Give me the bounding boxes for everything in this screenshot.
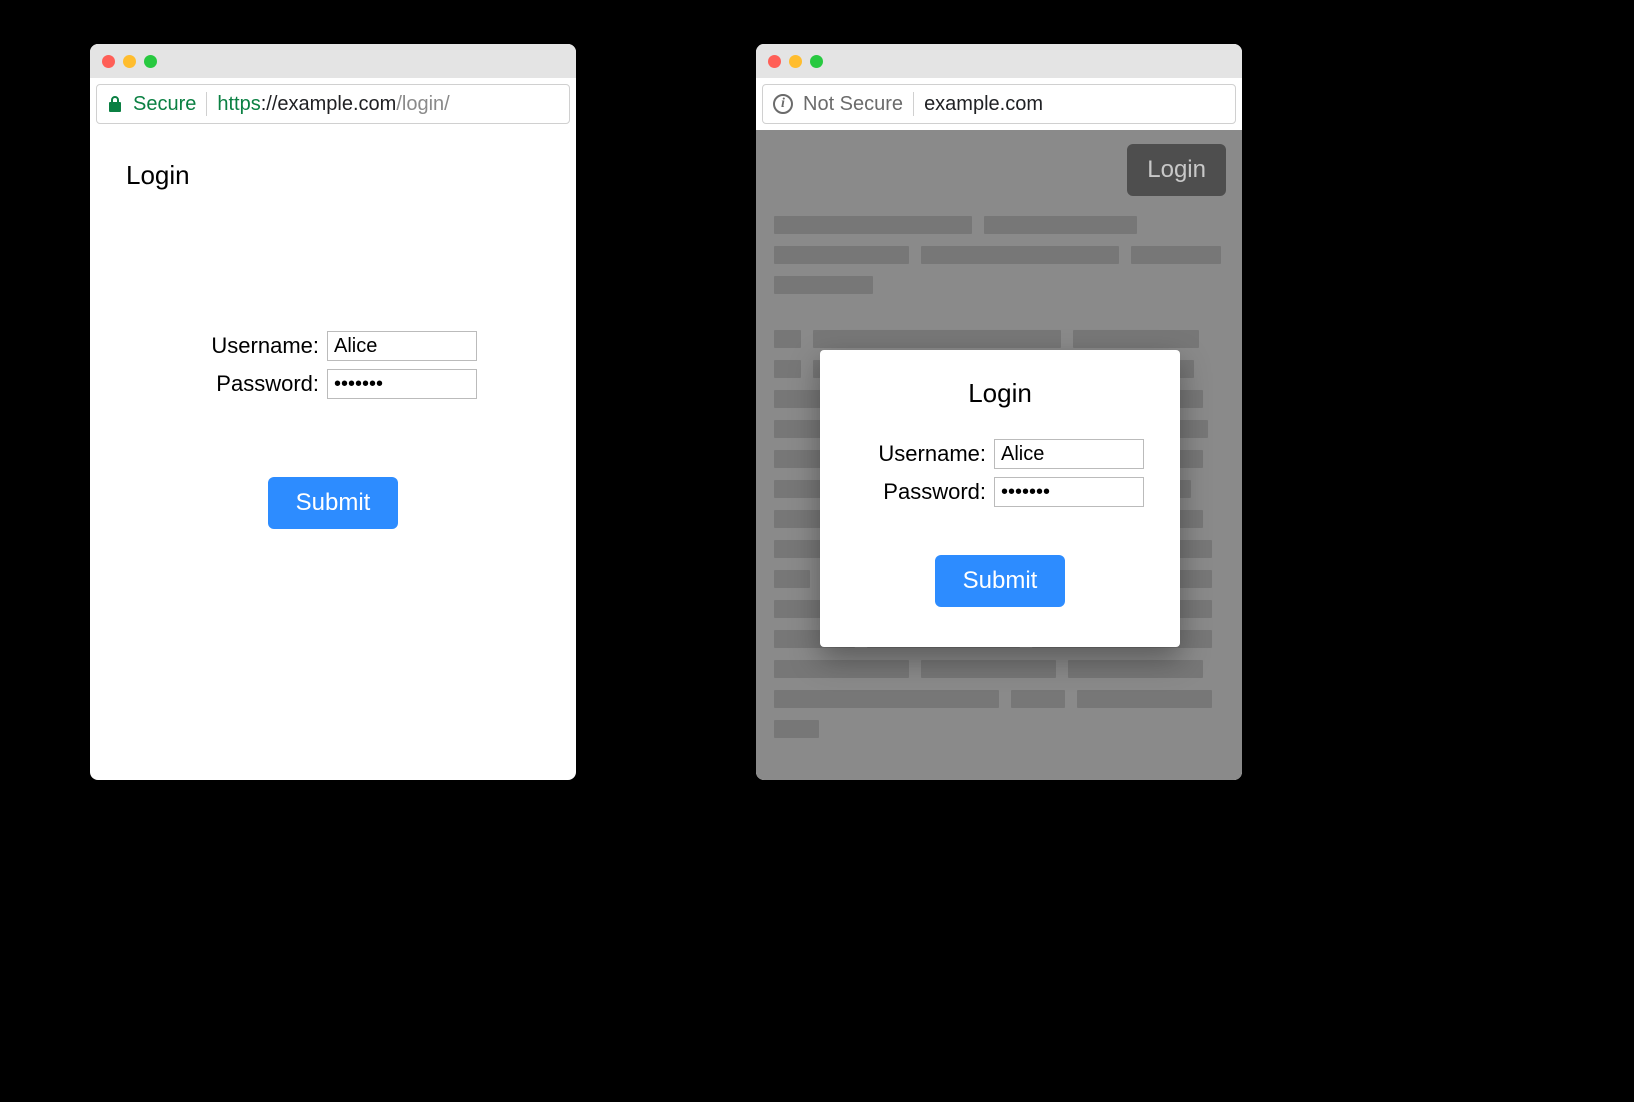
password-row: Password: [856, 477, 1144, 507]
submit-button[interactable]: Submit [935, 555, 1066, 607]
window-minimize-button[interactable] [789, 55, 802, 68]
url-scheme: https [217, 93, 260, 115]
login-button[interactable]: Login [1127, 144, 1226, 196]
modal-title: Login [968, 378, 1032, 409]
password-input[interactable] [327, 369, 477, 399]
lock-icon [107, 95, 123, 113]
page-title: Login [126, 160, 546, 191]
username-label: Username: [189, 333, 319, 359]
window-close-button[interactable] [768, 55, 781, 68]
info-icon: i [773, 94, 793, 114]
password-row: Password: [189, 369, 477, 399]
window-zoom-button[interactable] [810, 55, 823, 68]
login-modal: Login Username: Password: Submit [820, 350, 1180, 647]
address-separator [206, 92, 207, 116]
address-bar[interactable]: i Not Secure example.com [762, 84, 1236, 124]
not-secure-label: Not Secure [803, 93, 903, 116]
secure-label: Secure [133, 93, 196, 116]
window-titlebar [90, 44, 576, 78]
username-input[interactable] [327, 331, 477, 361]
address-bar[interactable]: Secure https://example.com/login/ [96, 84, 570, 124]
url-text: example.com [924, 93, 1043, 116]
username-label: Username: [856, 441, 986, 467]
address-separator [913, 92, 914, 116]
window-titlebar [756, 44, 1242, 78]
login-form: Username: Password: Submit [856, 439, 1144, 607]
username-row: Username: [189, 331, 477, 361]
page-content: Login Username: Password: Submit [90, 130, 576, 559]
window-zoom-button[interactable] [144, 55, 157, 68]
browser-window-insecure: i Not Secure example.com Login Logi [756, 44, 1242, 780]
password-input[interactable] [994, 477, 1144, 507]
submit-button[interactable]: Submit [268, 477, 399, 529]
url-text: https://example.com/login/ [217, 93, 449, 116]
window-close-button[interactable] [102, 55, 115, 68]
url-path: /login/ [396, 93, 449, 115]
window-minimize-button[interactable] [123, 55, 136, 68]
page-content: Login Login Username: [756, 130, 1242, 780]
username-row: Username: [856, 439, 1144, 469]
username-input[interactable] [994, 439, 1144, 469]
login-form: Username: Password: Submit [120, 331, 546, 529]
url-host: ://example.com [261, 93, 397, 115]
password-label: Password: [856, 479, 986, 505]
password-label: Password: [189, 371, 319, 397]
browser-window-secure: Secure https://example.com/login/ Login … [90, 44, 576, 780]
